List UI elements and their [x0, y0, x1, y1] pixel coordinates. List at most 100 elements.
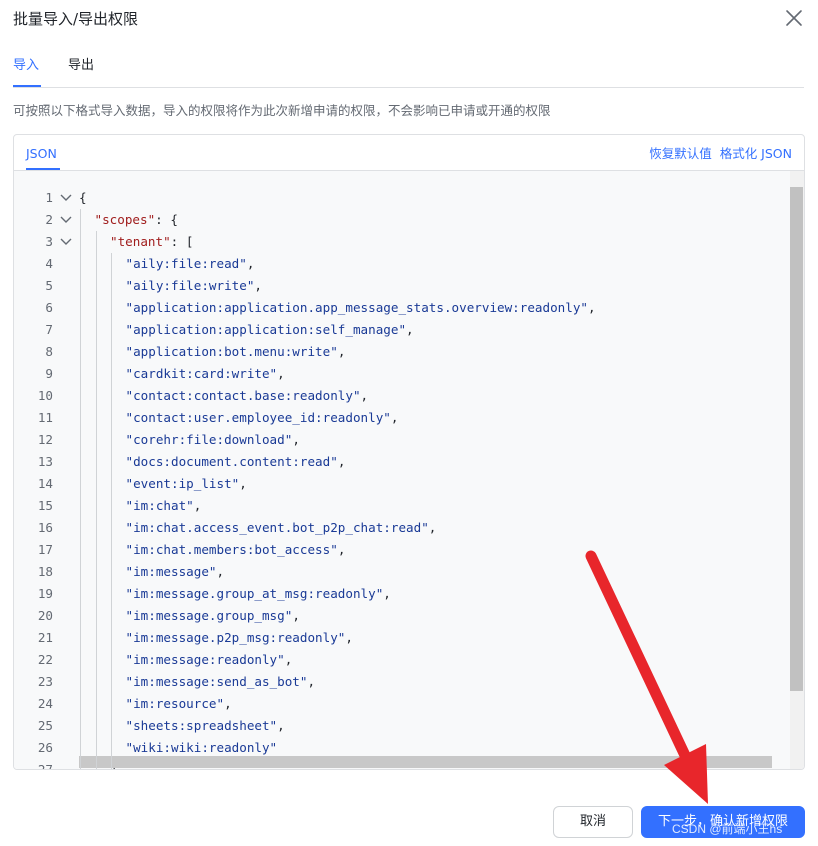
json-string: "application:application.app_message_sta… [125, 300, 589, 315]
import-export-dialog: 批量导入/导出权限 导入 导出 可按照以下格式导入数据，导入的权限将作为此次新增… [0, 0, 818, 846]
code-text: "application:application.app_message_sta… [126, 297, 596, 319]
line-number: 19 [37, 586, 53, 601]
line-number: 23 [37, 674, 53, 689]
code-text: "im:message:send_as_bot", [126, 671, 316, 693]
code-line[interactable]: 16 "im:chat.access_event.bot_p2p_chat:rea… [14, 517, 774, 539]
json-punctuation: , [193, 498, 202, 513]
code-text: "im:message.group_msg", [126, 605, 300, 627]
json-punctuation: : [ [170, 234, 194, 249]
line-number: 7 [45, 322, 53, 337]
json-punctuation: , [292, 432, 300, 447]
json-punctuation: , [337, 542, 346, 557]
indent-guide [80, 209, 81, 769]
line-number: 12 [37, 432, 53, 447]
code-line[interactable]: 15 "im:chat", [14, 495, 774, 517]
code-line[interactable]: 20 "im:message.group_msg", [14, 605, 774, 627]
line-number: 2 [45, 212, 53, 227]
code-text: "contact:user.employee_id:readonly", [126, 407, 399, 429]
line-number: 1 [45, 190, 53, 205]
chevron-down-icon[interactable] [60, 238, 72, 246]
code-line[interactable]: 24 "im:resource", [14, 693, 774, 715]
vertical-scroll-thumb[interactable] [790, 187, 803, 691]
code-line[interactable]: 23 "im:message:send_as_bot", [14, 671, 774, 693]
code-text: "docs:document.content:read", [126, 451, 346, 473]
line-number: 18 [37, 564, 53, 579]
code-line[interactable]: 11 "contact:user.employee_id:readonly", [14, 407, 774, 429]
chevron-down-icon[interactable] [60, 194, 72, 202]
code-text: "im:resource", [126, 693, 232, 715]
line-number: 9 [45, 366, 53, 381]
close-button[interactable] [784, 8, 804, 28]
code-text: "event:ip_list", [126, 473, 247, 495]
dialog-title: 批量导入/导出权限 [13, 10, 139, 28]
chevron-down-icon[interactable] [60, 216, 72, 224]
code-line[interactable]: 4 "aily:file:read", [14, 253, 774, 275]
code-text: "corehr:file:download", [126, 429, 300, 451]
json-punctuation: , [337, 454, 346, 469]
line-number: 16 [37, 520, 53, 535]
tab-import[interactable]: 导入 [13, 57, 39, 75]
json-string: "im:message.group_msg" [125, 608, 293, 623]
code-text: "scopes": { [95, 209, 178, 231]
code-line[interactable]: 1{ [14, 187, 774, 209]
code-line[interactable]: 22 "im:message:readonly", [14, 649, 774, 671]
code-area[interactable]: 27],26"wiki:wiki:readonly"25"sheets:spre… [14, 171, 804, 769]
code-line[interactable]: 7 "application:application:self_manage", [14, 319, 774, 341]
code-line[interactable]: 5 "aily:file:write", [14, 275, 774, 297]
json-string: "contact:contact.base:readonly" [125, 388, 361, 403]
code-text: { [79, 187, 87, 209]
line-number: 26 [37, 740, 53, 755]
tab-json[interactable]: JSON [26, 145, 57, 162]
code-line[interactable]: 6 "application:application.app_message_st… [14, 297, 774, 319]
code-line[interactable]: 25 "sheets:spreadsheet", [14, 715, 774, 737]
code-line[interactable]: 14 "event:ip_list", [14, 473, 774, 495]
json-punctuation: , [254, 278, 262, 293]
code-line[interactable]: 3 "tenant": [ [14, 231, 774, 253]
json-punctuation: , [239, 476, 247, 491]
reset-default-button[interactable]: 恢复默认值 [649, 145, 712, 162]
json-string: "contact:user.employee_id:readonly" [125, 410, 391, 425]
code-line[interactable]: 10 "contact:contact.base:readonly", [14, 385, 774, 407]
json-string: "application:application:self_manage" [125, 322, 407, 337]
code-text: "im:chat", [126, 495, 202, 517]
code-text: "im:message.group_at_msg:readonly", [126, 583, 391, 605]
json-tab-indicator [26, 168, 60, 170]
json-string: "im:chat.members:bot_access" [125, 542, 338, 557]
code-text: "cardkit:card:write", [126, 363, 285, 385]
code-line[interactable]: 9 "cardkit:card:write", [14, 363, 774, 385]
line-number: 25 [37, 718, 53, 733]
line-number: 4 [45, 256, 53, 271]
code-text: "im:message:readonly", [126, 649, 293, 671]
line-number: 17 [37, 542, 53, 557]
cancel-button[interactable]: 取消 [553, 806, 633, 838]
tab-bar: 导入 导出 [13, 54, 804, 88]
code-line[interactable]: 21 "im:message.p2p_msg:readonly", [14, 627, 774, 649]
json-punctuation: , [307, 674, 316, 689]
vertical-scrollbar[interactable] [790, 171, 804, 769]
code-line[interactable]: 13 "docs:document.content:read", [14, 451, 774, 473]
tab-export[interactable]: 导出 [68, 57, 94, 75]
code-line[interactable]: 8 "application:bot.menu:write", [14, 341, 774, 363]
code-line[interactable]: 12 "corehr:file:download", [14, 429, 774, 451]
indent-guide [95, 231, 97, 769]
code-line[interactable]: 17 "im:chat.members:bot_access", [14, 539, 774, 561]
line-number: 21 [37, 630, 53, 645]
code-text: "tenant": [ [110, 231, 193, 253]
code-line[interactable]: 19 "im:message.group_at_msg:readonly", [14, 583, 774, 605]
json-string: "im:message.p2p_msg:readonly" [125, 630, 346, 645]
code-text: "contact:contact.base:readonly", [126, 385, 369, 407]
json-string: "wiki:wiki:readonly" [125, 740, 278, 755]
code-text: "aily:file:read", [126, 253, 255, 275]
json-string: "im:message.group_at_msg:readonly" [125, 586, 384, 601]
horizontal-scroll-thumb[interactable] [79, 756, 772, 768]
line-number: 3 [45, 234, 53, 249]
code-line[interactable]: 2 "scopes": { [14, 209, 774, 231]
close-icon [786, 10, 802, 26]
json-punctuation: , [292, 608, 300, 623]
format-json-button[interactable]: 格式化 JSON [720, 145, 792, 162]
json-punctuation: , [406, 322, 414, 337]
json-string: "docs:document.content:read" [125, 454, 338, 469]
code-line[interactable]: 18 "im:message", [14, 561, 774, 583]
json-key: "scopes" [94, 212, 156, 227]
editor-header: JSON 恢复默认值 格式化 JSON [14, 135, 804, 171]
